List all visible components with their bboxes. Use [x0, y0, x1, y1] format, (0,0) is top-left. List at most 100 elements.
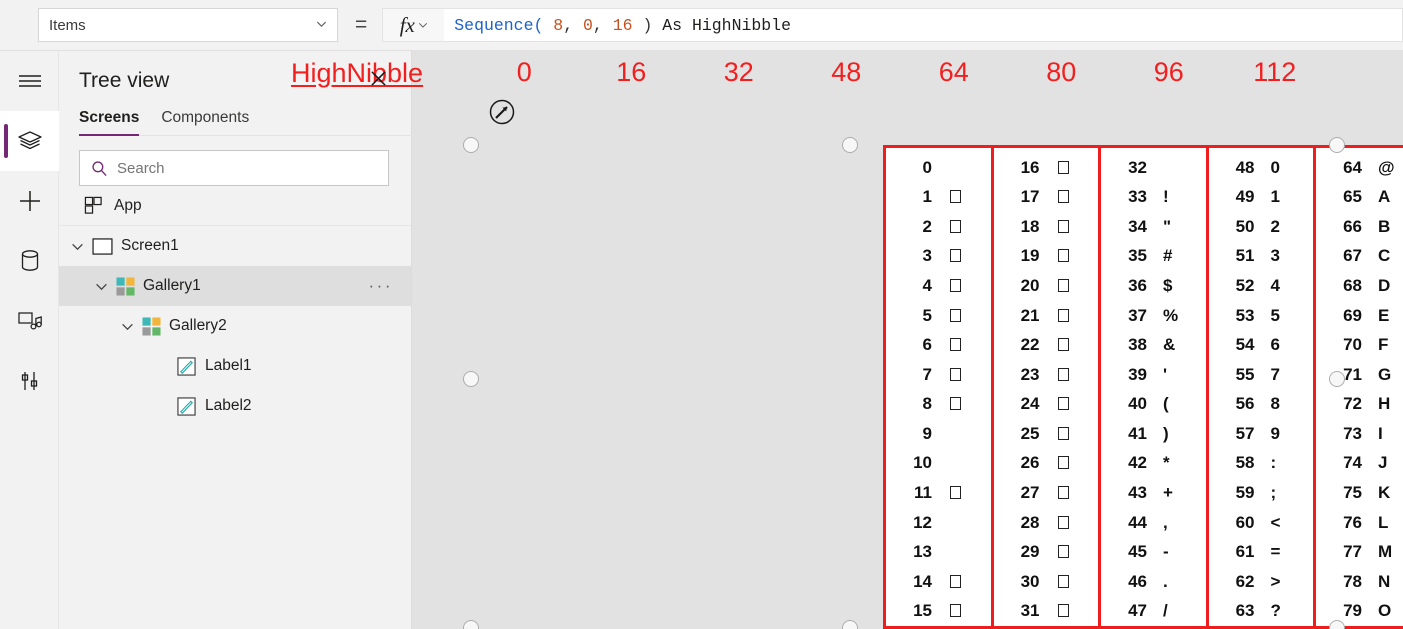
gallery-item[interactable]: 63? [1209, 596, 1314, 626]
gallery-item[interactable]: 0 [886, 153, 991, 183]
gallery-item[interactable]: 42 * [1101, 449, 1206, 479]
gallery-item[interactable]: 47 / [1101, 596, 1206, 626]
tree-item-label1[interactable]: Label1 [59, 346, 411, 386]
data-icon[interactable] [0, 231, 59, 291]
gallery-item[interactable]: 56 8 [1209, 390, 1314, 420]
gallery-item[interactable]: 8 [886, 390, 991, 420]
gallery-item[interactable]: 79 O [1316, 596, 1403, 626]
gallery-column[interactable]: 64 @65 A 66 B 67 C 68 D 69 E 70 F 71 G 72 H 73 I 74 J 75 K 76 L 7… [1316, 148, 1403, 626]
gallery-item[interactable]: 15 [886, 596, 991, 626]
gallery-item[interactable]: 6 [886, 330, 991, 360]
gallery-item[interactable]: 3 [886, 242, 991, 272]
gallery-item[interactable]: 52 4 [1209, 271, 1314, 301]
gallery-item[interactable]: 34 " [1101, 212, 1206, 242]
fx-button[interactable]: fx [382, 8, 445, 42]
gallery-item[interactable]: 53 5 [1209, 301, 1314, 331]
gallery-item[interactable]: 12 [886, 508, 991, 538]
gallery-item[interactable]: 48 0 [1209, 153, 1314, 183]
gallery-item[interactable]: 64 @ [1316, 153, 1403, 183]
gallery-item[interactable]: 43 + [1101, 478, 1206, 508]
gallery-item[interactable]: 31 [994, 596, 1099, 626]
gallery-item[interactable]: 78 N [1316, 567, 1403, 597]
gallery-item[interactable]: 65 A [1316, 183, 1403, 213]
gallery-item[interactable]: 62 > [1209, 567, 1314, 597]
gallery-column[interactable]: 0 1 2 3 4 5 6 7 8 9 10 11 12 13 14 15 [886, 148, 994, 626]
gallery-item[interactable]: 30 [994, 567, 1099, 597]
tree-item-gallery1[interactable]: Gallery1 ··· [59, 266, 411, 306]
resize-handle-top-right[interactable] [1329, 137, 1345, 153]
gallery-item[interactable]: 39 ' [1101, 360, 1206, 390]
gallery-item[interactable]: 38 & [1101, 330, 1206, 360]
gallery-item[interactable]: 66 B [1316, 212, 1403, 242]
gallery-item[interactable]: 67 C [1316, 242, 1403, 272]
gallery-item[interactable]: 18 [994, 212, 1099, 242]
advanced-tools-icon[interactable] [0, 351, 59, 411]
gallery-item[interactable]: 35 # [1101, 242, 1206, 272]
gallery-item[interactable]: 74 J [1316, 449, 1403, 479]
gallery-item[interactable]: 21 [994, 301, 1099, 331]
gallery-column[interactable]: 16 17 18 19 20 21 22 23 24 25 26 27 28 29 30 31 [994, 148, 1101, 626]
gallery-item[interactable]: 24 [994, 390, 1099, 420]
property-selector-dropdown[interactable]: Items [38, 8, 338, 42]
gallery-item[interactable]: 20 [994, 271, 1099, 301]
gallery-column[interactable]: 48 0 49 1 50 2 51 3 52 4 53 5 54 6 55 7 56 8 57 9 58:59; 60 <6… [1209, 148, 1316, 626]
gallery-item[interactable]: 44, [1101, 508, 1206, 538]
gallery-item[interactable]: 28 [994, 508, 1099, 538]
gallery-item[interactable]: 2 [886, 212, 991, 242]
gallery-item[interactable]: 29 [994, 537, 1099, 567]
gallery-item[interactable]: 23 [994, 360, 1099, 390]
gallery-item[interactable]: 27 [994, 478, 1099, 508]
gallery-item[interactable]: 69 E [1316, 301, 1403, 331]
resize-handle-bottom-right[interactable] [1329, 620, 1345, 629]
gallery-item[interactable]: 36 $ [1101, 271, 1206, 301]
gallery-item[interactable]: 45- [1101, 537, 1206, 567]
insert-icon[interactable] [0, 171, 59, 231]
gallery-item[interactable]: 49 1 [1209, 183, 1314, 213]
gallery-item[interactable]: 33! [1101, 183, 1206, 213]
gallery-item[interactable]: 13 [886, 537, 991, 567]
gallery-item[interactable]: 76 L [1316, 508, 1403, 538]
gallery-item[interactable]: 68 D [1316, 271, 1403, 301]
gallery-item[interactable]: 60 < [1209, 508, 1314, 538]
gallery-item[interactable]: 54 6 [1209, 330, 1314, 360]
tree-item-label2[interactable]: Label2 [59, 386, 411, 426]
gallery-item[interactable]: 25 [994, 419, 1099, 449]
gallery-item[interactable]: 22 [994, 330, 1099, 360]
search-box[interactable] [79, 150, 389, 186]
tab-components[interactable]: Components [161, 105, 249, 135]
gallery-item[interactable]: 32 [1101, 153, 1206, 183]
gallery-item[interactable]: 10 [886, 449, 991, 479]
gallery-item[interactable]: 19 [994, 242, 1099, 272]
resize-handle-bottom-center[interactable] [842, 620, 858, 629]
gallery-item[interactable]: 70 F [1316, 330, 1403, 360]
gallery-item[interactable]: 26 [994, 449, 1099, 479]
gallery-item[interactable]: 1 [886, 183, 991, 213]
tree-item-app[interactable]: App [59, 186, 411, 226]
tree-item-gallery2[interactable]: Gallery2 [59, 306, 411, 346]
gallery-item[interactable]: 73 I [1316, 419, 1403, 449]
resize-handle-middle-right[interactable] [1329, 371, 1345, 387]
gallery-item[interactable]: 58: [1209, 449, 1314, 479]
gallery-item[interactable]: 72 H [1316, 390, 1403, 420]
tab-screens[interactable]: Screens [79, 105, 140, 136]
gallery-item[interactable]: 37% [1101, 301, 1206, 331]
gallery-item[interactable]: 7 [886, 360, 991, 390]
gallery1-control[interactable]: 0 1 2 3 4 5 6 7 8 9 10 11 12 13 14 15 16 17 18 19 20 21 22 23 24… [883, 145, 1403, 629]
resize-handle-bottom-left[interactable] [463, 620, 479, 629]
gallery-item[interactable]: 16 [994, 153, 1099, 183]
media-icon[interactable] [0, 291, 59, 351]
gallery-item[interactable]: 51 3 [1209, 242, 1314, 272]
hamburger-menu-icon[interactable] [0, 51, 59, 111]
gallery-item[interactable]: 14 [886, 567, 991, 597]
overflow-menu-icon[interactable]: ··· [369, 276, 393, 296]
gallery-item[interactable]: 4 [886, 271, 991, 301]
resize-handle-top-center[interactable] [842, 137, 858, 153]
gallery-item[interactable]: 11 [886, 478, 991, 508]
resize-handle-middle-left[interactable] [463, 371, 479, 387]
gallery-column[interactable]: 32 33! 34 " 35 #36 $37% 38 & 39 ' 40(41) 42 * 43 +44, 45… [1101, 148, 1209, 626]
gallery-item[interactable]: 61 = [1209, 537, 1314, 567]
gallery-item[interactable]: 50 2 [1209, 212, 1314, 242]
gallery-item[interactable]: 75 K [1316, 478, 1403, 508]
formula-input[interactable]: Sequence( 8, 0, 16 ) As HighNibble [444, 8, 1403, 42]
gallery-item[interactable]: 17 [994, 183, 1099, 213]
